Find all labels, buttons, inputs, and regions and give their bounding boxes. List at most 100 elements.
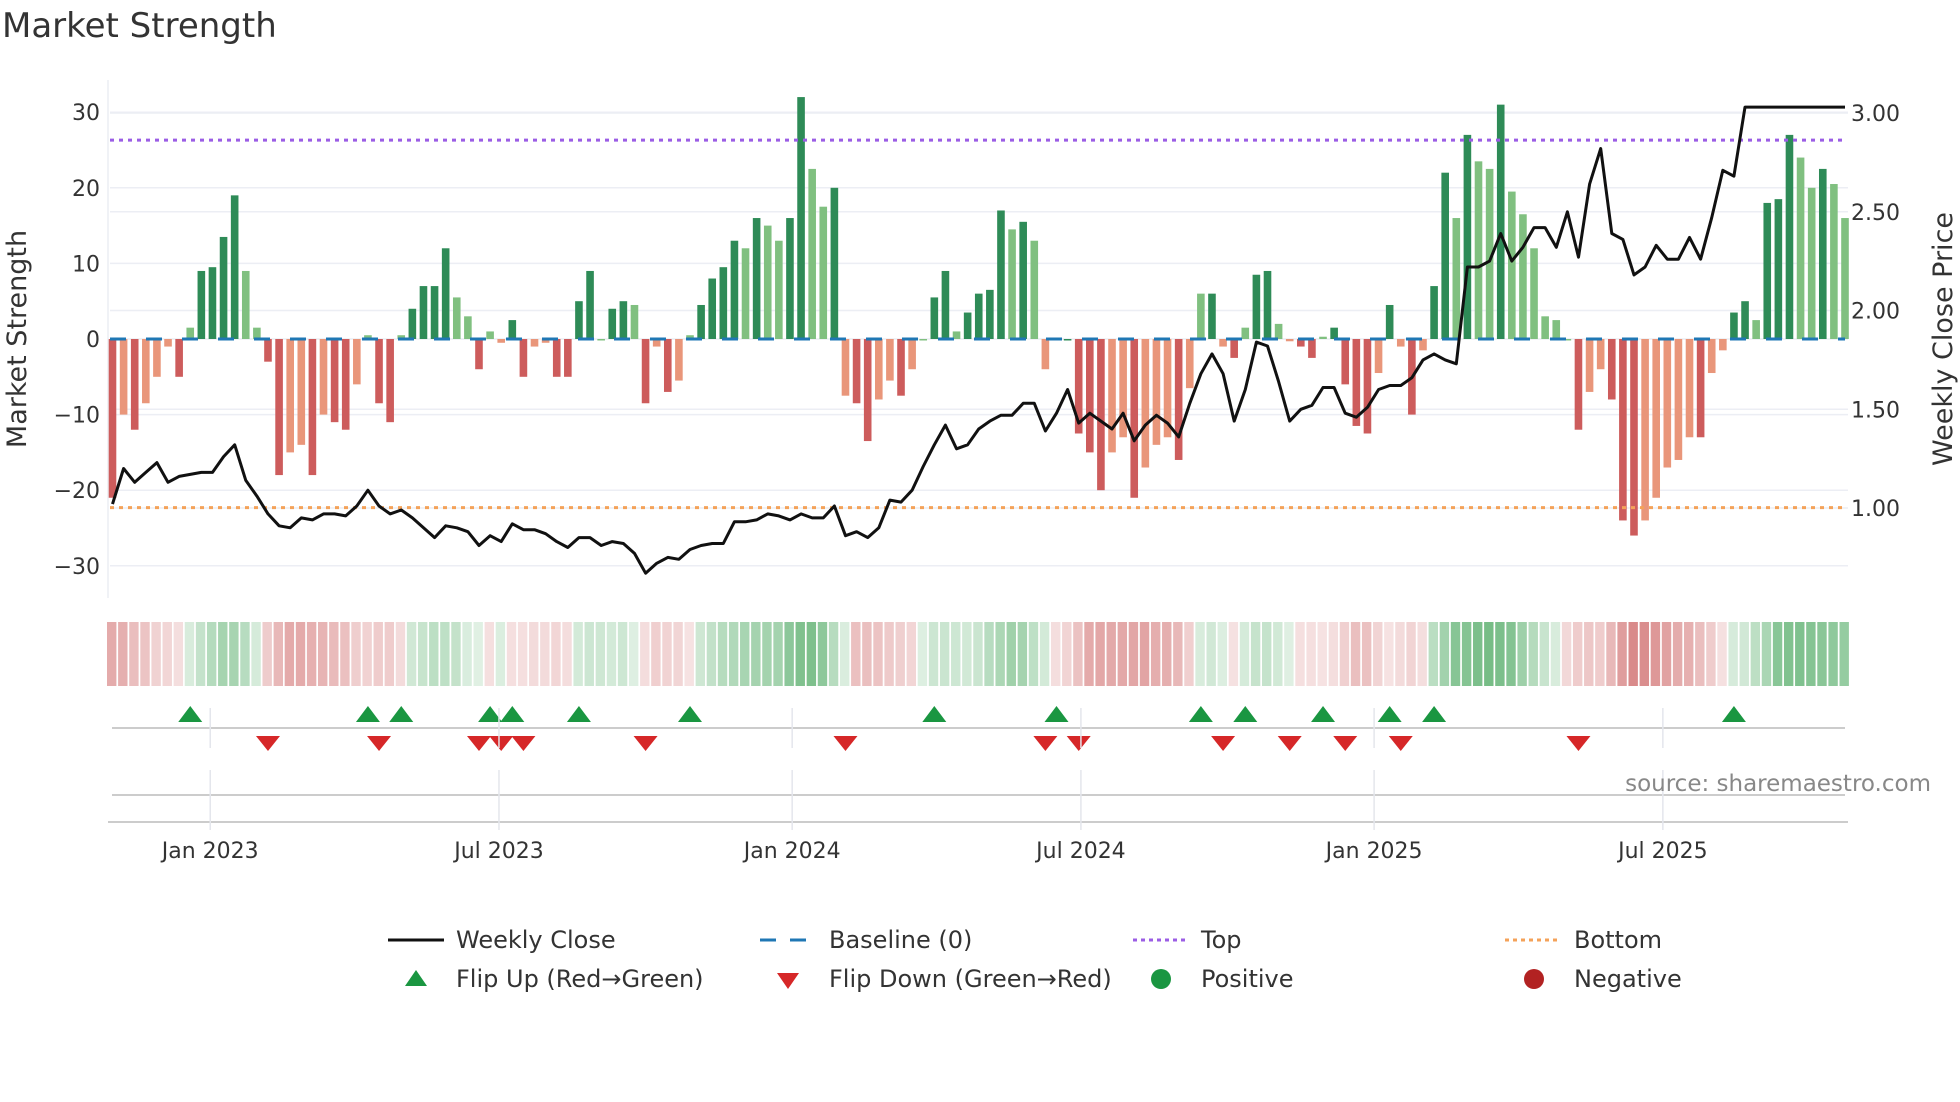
- negative-bar: [874, 339, 883, 400]
- strip-cell: [1050, 622, 1061, 686]
- flip-up-marker: [355, 706, 380, 722]
- negative-bar: [863, 339, 872, 442]
- positive-bar: [186, 327, 195, 339]
- negative-bar: [341, 339, 350, 430]
- flip-up-icon: [405, 970, 427, 986]
- strip-cell: [540, 622, 550, 686]
- negative-bar: [142, 339, 150, 404]
- legend-top-swatch: [1133, 938, 1189, 942]
- strip-cell: [717, 622, 728, 686]
- y2-axis-label: Weekly Close Price: [1928, 212, 1959, 466]
- strip-cell: [1806, 622, 1816, 686]
- strip-cell: [473, 622, 483, 686]
- negative-bar: [1230, 339, 1238, 358]
- negative-bar: [675, 339, 683, 381]
- positive-bar: [197, 270, 206, 339]
- strip-cell: [229, 622, 239, 686]
- y-tick-label: −10: [54, 404, 100, 429]
- legend-negative: Negative: [1574, 965, 1682, 993]
- strip-cell: [1695, 622, 1705, 686]
- positive-bar: [1063, 339, 1072, 341]
- strip-cell: [1184, 622, 1194, 686]
- strip-cell: [162, 622, 172, 686]
- strip-cell: [218, 622, 228, 686]
- positive-bar: [430, 286, 439, 339]
- strip-cell: [1384, 622, 1394, 686]
- strip-cell: [962, 622, 972, 686]
- flip-up-marker: [1044, 706, 1069, 722]
- positive-bar: [919, 339, 928, 341]
- x-tick-label: Jul 2025: [1616, 839, 1708, 864]
- left-axis-ticks: 30 20 10 0 −10 −20 −30: [54, 101, 100, 580]
- strength-bars: [108, 97, 1849, 536]
- strip-cell: [1017, 622, 1028, 686]
- strip-cell: [107, 622, 117, 686]
- strip-cell: [262, 622, 272, 686]
- strip-cell: [862, 622, 872, 686]
- flip-up-marker: [389, 706, 414, 722]
- flip-up-marker: [1422, 706, 1447, 722]
- positive-bar: [1441, 172, 1449, 339]
- positive-bar: [1274, 323, 1283, 339]
- strip-cell: [1128, 622, 1139, 686]
- strip-cell: [284, 622, 295, 686]
- strip-cell: [1817, 622, 1827, 686]
- strip-cell: [806, 622, 817, 686]
- positive-bar: [1774, 199, 1783, 339]
- positive-bar: [608, 308, 617, 339]
- negative-bar: [1596, 339, 1605, 370]
- negative-dot-icon: [1524, 969, 1544, 989]
- strip-cell: [1772, 622, 1783, 686]
- positive-bar: [797, 97, 805, 339]
- flip-down-marker: [1211, 736, 1236, 751]
- positive-bar: [1752, 320, 1760, 339]
- y2-tick-label: 3.00: [1851, 102, 1900, 127]
- strip-cell: [895, 622, 905, 686]
- negative-bar: [386, 339, 394, 423]
- strip-cell: [1406, 622, 1416, 686]
- positive-bar: [1807, 187, 1816, 339]
- positive-bar: [775, 240, 783, 339]
- positive-bar: [1030, 240, 1039, 339]
- strip-cell: [1828, 622, 1838, 686]
- strip-cell: [1361, 622, 1372, 686]
- strip-cell: [1661, 622, 1672, 686]
- positive-bar: [997, 210, 1005, 339]
- x-axis: Jan 2023 Jul 2023 Jan 2024 Jul 2024 Jan 2025…: [108, 708, 1848, 864]
- negative-bar: [1097, 339, 1105, 491]
- strip-cell: [129, 622, 139, 686]
- strip-cell: [1473, 622, 1483, 686]
- strip-cell: [1062, 622, 1072, 686]
- positive-bar: [1785, 134, 1794, 339]
- strip-cell: [451, 622, 461, 686]
- negative-bar: [897, 339, 905, 396]
- strip-cell: [1262, 622, 1272, 686]
- strip-cell: [762, 622, 772, 686]
- strip-cell: [1750, 622, 1761, 686]
- negative-bar: [175, 339, 183, 377]
- strip-cell: [628, 622, 639, 686]
- strip-cell: [517, 622, 528, 686]
- positive-bar: [1818, 168, 1827, 339]
- strip-cell: [884, 622, 894, 686]
- strip-cell: [1439, 622, 1450, 686]
- negative-bar: [497, 339, 506, 343]
- strip-cell: [1173, 622, 1183, 686]
- strip-cell: [1295, 622, 1305, 686]
- flip-up-marker: [1188, 706, 1213, 722]
- positive-bar: [1530, 248, 1538, 339]
- positive-bar: [697, 304, 705, 339]
- legend-top: Top: [1201, 926, 1242, 954]
- strip-cell: [406, 622, 417, 686]
- negative-bar: [663, 339, 672, 392]
- negative-bar: [1086, 339, 1094, 453]
- strip-cell: [484, 622, 494, 686]
- strip-cell: [273, 622, 283, 686]
- strip-cell: [506, 622, 517, 686]
- flip-down-marker: [1066, 736, 1091, 751]
- strip-cell: [362, 622, 372, 686]
- strip-cell: [1617, 622, 1627, 686]
- strip-cell: [1783, 622, 1794, 686]
- strip-cell: [1117, 622, 1128, 686]
- strip-cell: [695, 622, 706, 686]
